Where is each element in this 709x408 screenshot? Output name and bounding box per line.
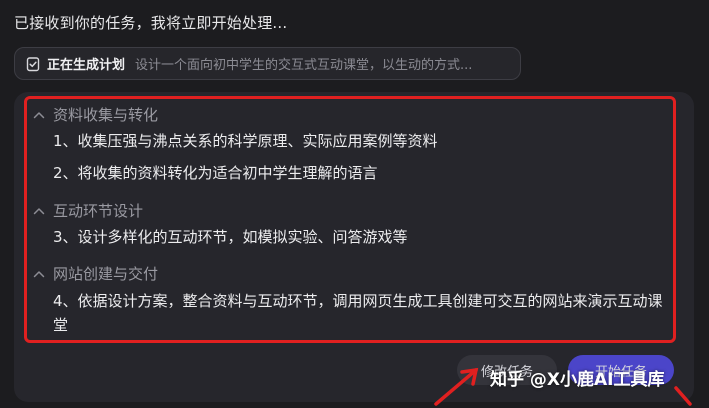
arrow-icon-start bbox=[674, 386, 692, 406]
arrow-icon-modify bbox=[434, 367, 479, 406]
annotation-arrows bbox=[434, 367, 692, 406]
watermark: 知乎 @X小鹿AI工具库 bbox=[490, 370, 665, 390]
